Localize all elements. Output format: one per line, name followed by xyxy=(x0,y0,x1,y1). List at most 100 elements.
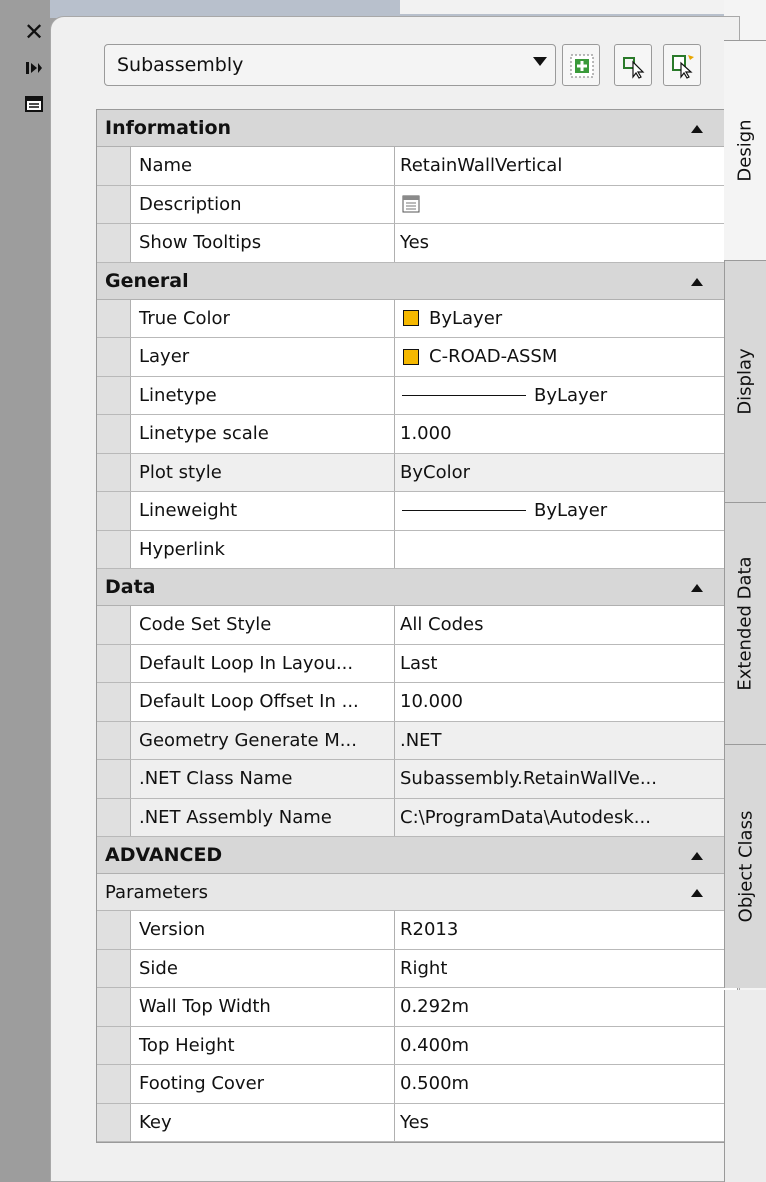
linetype-preview-icon xyxy=(402,394,526,396)
property-row[interactable]: Default Loop In Layou... Last xyxy=(97,644,737,683)
property-value-text: ByLayer xyxy=(429,307,503,329)
properties-menu-icon[interactable] xyxy=(22,94,46,114)
tab-object-class[interactable]: Object Class xyxy=(724,744,766,988)
property-row[interactable]: Key Yes xyxy=(97,1103,737,1142)
property-value-text: C-ROAD-ASSM xyxy=(429,346,558,368)
category-information[interactable]: Information xyxy=(97,110,737,147)
property-value[interactable]: .NET xyxy=(395,721,737,759)
property-value[interactable]: 0.292m xyxy=(395,988,737,1026)
property-value[interactable]: All Codes xyxy=(395,606,737,644)
property-row[interactable]: Name RetainWallVertical xyxy=(97,147,737,186)
property-name: Linetype xyxy=(131,376,395,414)
property-value[interactable]: ByColor xyxy=(395,453,737,491)
property-grid: Information Name RetainWallVertical Desc… xyxy=(96,109,738,1143)
tab-display[interactable]: Display xyxy=(724,260,766,502)
property-name: Layer xyxy=(131,338,395,376)
category-advanced[interactable]: ADVANCED xyxy=(97,837,737,874)
property-name: Show Tooltips xyxy=(131,224,395,262)
property-row[interactable]: Description xyxy=(97,185,737,224)
property-value[interactable]: Right xyxy=(395,949,737,987)
property-name: Default Loop Offset In ... xyxy=(131,683,395,721)
property-value[interactable]: 10.000 xyxy=(395,683,737,721)
property-value[interactable]: 1.000 xyxy=(395,415,737,453)
layer-color-swatch-icon xyxy=(403,348,419,365)
toggle-pickadd-button[interactable] xyxy=(562,44,600,86)
property-value[interactable]: ByLayer xyxy=(395,299,737,337)
property-name: Default Loop In Layou... xyxy=(131,644,395,682)
chevron-down-icon[interactable] xyxy=(533,57,547,66)
property-row[interactable]: .NET Assembly Name C:\ProgramData\Autode… xyxy=(97,798,737,837)
property-row[interactable]: Linetype ByLayer xyxy=(97,376,737,415)
property-value-text: ByLayer xyxy=(534,500,608,522)
property-row[interactable]: Show Tooltips Yes xyxy=(97,224,737,263)
properties-panel: Subassembly Information Name RetainWallV… xyxy=(50,16,740,1182)
property-name: Key xyxy=(131,1103,395,1141)
property-value[interactable]: Yes xyxy=(395,1103,737,1141)
property-value[interactable]: RetainWallVertical xyxy=(395,147,737,185)
collapse-icon[interactable] xyxy=(691,277,703,286)
property-value[interactable]: C-ROAD-ASSM xyxy=(395,338,737,376)
property-row[interactable]: Hyperlink xyxy=(97,530,737,569)
property-row[interactable]: Code Set Style All Codes xyxy=(97,606,737,645)
collapse-icon[interactable] xyxy=(691,125,703,133)
collapse-icon[interactable] xyxy=(691,889,703,897)
property-value[interactable]: 0.500m xyxy=(395,1065,737,1103)
subcategory-parameters[interactable]: Parameters xyxy=(97,874,737,911)
category-general[interactable]: General xyxy=(97,262,737,300)
property-value[interactable]: ByLayer xyxy=(395,492,737,530)
auto-hide-icon[interactable] xyxy=(22,58,46,78)
property-row[interactable]: .NET Class Name Subassembly.RetainWallVe… xyxy=(97,760,737,799)
tab-design[interactable]: Design xyxy=(724,40,766,260)
property-name: Wall Top Width xyxy=(131,988,395,1026)
property-value[interactable]: Yes xyxy=(395,224,737,262)
property-row[interactable]: Linetype scale 1.000 xyxy=(97,415,737,454)
property-name: Top Height xyxy=(131,1026,395,1064)
property-name: Linetype scale xyxy=(131,415,395,453)
quick-select-icon xyxy=(672,55,694,79)
property-row[interactable]: Wall Top Width 0.292m xyxy=(97,988,737,1027)
object-type-value: Subassembly xyxy=(117,54,244,76)
property-row[interactable]: Lineweight ByLayer xyxy=(97,492,737,531)
property-name: Geometry Generate M... xyxy=(131,721,395,759)
collapse-icon[interactable] xyxy=(691,852,703,860)
property-value[interactable]: Subassembly.RetainWallVe... xyxy=(395,760,737,798)
object-type-dropdown[interactable]: Subassembly xyxy=(104,44,556,86)
property-name: Code Set Style xyxy=(131,606,395,644)
property-value[interactable]: R2013 xyxy=(395,911,737,949)
property-value[interactable]: Last xyxy=(395,644,737,682)
property-row[interactable]: Version R2013 xyxy=(97,911,737,950)
category-title: Information xyxy=(105,117,232,139)
property-value[interactable]: ByLayer xyxy=(395,376,737,414)
collapse-icon[interactable] xyxy=(691,584,703,592)
description-editor-icon[interactable] xyxy=(402,195,420,213)
property-row[interactable]: Geometry Generate M... .NET xyxy=(97,721,737,760)
property-value[interactable] xyxy=(395,530,737,568)
category-data[interactable]: Data xyxy=(97,569,737,606)
tab-label: Object Class xyxy=(735,810,757,923)
toggle-pickadd-icon xyxy=(570,54,594,78)
property-name: Side xyxy=(131,949,395,987)
property-row[interactable]: Side Right xyxy=(97,949,737,988)
tab-label: Extended Data xyxy=(735,556,757,691)
tab-extended-data[interactable]: Extended Data xyxy=(724,502,766,744)
property-value[interactable]: 0.400m xyxy=(395,1026,737,1064)
property-row[interactable]: Default Loop Offset In ... 10.000 xyxy=(97,683,737,722)
property-name: True Color xyxy=(131,299,395,337)
property-value[interactable] xyxy=(395,185,737,223)
lineweight-preview-icon xyxy=(402,510,526,512)
property-row[interactable]: Top Height 0.400m xyxy=(97,1026,737,1065)
color-swatch-icon xyxy=(403,310,419,327)
select-objects-button[interactable] xyxy=(614,44,652,86)
property-value[interactable]: C:\ProgramData\Autodesk... xyxy=(395,798,737,836)
property-row[interactable]: Layer C-ROAD-ASSM xyxy=(97,338,737,377)
select-objects-icon xyxy=(623,57,645,79)
tab-label: Display xyxy=(735,348,757,415)
close-icon[interactable]: ✕ xyxy=(22,18,46,46)
tab-label: Design xyxy=(734,119,756,182)
property-name: .NET Assembly Name xyxy=(131,798,395,836)
quick-select-button[interactable] xyxy=(663,44,701,86)
property-value-text: ByLayer xyxy=(534,384,608,406)
property-row[interactable]: Plot style ByColor xyxy=(97,453,737,492)
property-row[interactable]: Footing Cover 0.500m xyxy=(97,1065,737,1104)
property-row[interactable]: True Color ByLayer xyxy=(97,299,737,338)
